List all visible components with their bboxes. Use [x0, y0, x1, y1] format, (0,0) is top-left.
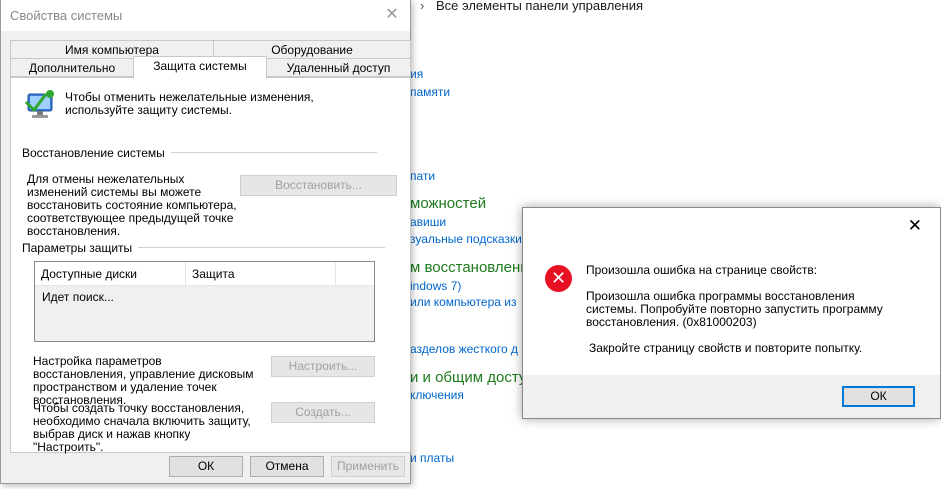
error-message: Произошла ошибка программы восстановлени…	[586, 289, 883, 329]
tab-remote[interactable]: Удаленный доступ	[266, 58, 411, 77]
restore-group-label: Восстановление системы	[22, 146, 171, 160]
ok-button[interactable]: ОК	[169, 456, 243, 477]
error-heading: Произошла ошибка на странице свойств:	[586, 263, 818, 277]
create-description: Чтобы создать точку восстановления, необ…	[33, 401, 251, 454]
cp-link[interactable]: и платы	[410, 451, 454, 465]
cp-link[interactable]: авиши	[410, 215, 446, 229]
create-button[interactable]: Создать...	[271, 402, 375, 423]
cp-link[interactable]: ключения	[410, 388, 464, 402]
cancel-button[interactable]: Отмена	[250, 456, 324, 477]
list-status: Идет поиск...	[42, 290, 114, 304]
cp-link[interactable]: indows 7)	[410, 279, 461, 293]
intro-text: Чтобы отменить нежелательные изменения, …	[65, 90, 314, 117]
title-bar[interactable]: Свойства системы ✕	[1, 0, 410, 31]
close-icon[interactable]: ✕	[908, 216, 922, 236]
cp-link[interactable]: зуальные подсказки	[410, 232, 522, 246]
tab-advanced[interactable]: Дополнительно	[10, 58, 134, 77]
system-properties-dialog: Свойства системы ✕ Имя компьютера Оборуд…	[0, 0, 411, 484]
tab-panel: Чтобы отменить нежелательные изменения, …	[10, 77, 411, 454]
error-ok-button[interactable]: ОК	[842, 386, 915, 407]
restore-button[interactable]: Восстановить...	[240, 175, 397, 196]
column-header-drives[interactable]: Доступные диски	[35, 262, 186, 286]
cp-heading[interactable]: м восстановлени	[410, 259, 529, 276]
cp-link[interactable]: азделов жесткого д	[410, 342, 518, 356]
cp-link[interactable]: ия	[410, 67, 423, 81]
close-icon[interactable]: ✕	[380, 3, 404, 27]
cp-link[interactable]: памяти	[410, 85, 450, 99]
configure-button[interactable]: Настроить...	[271, 356, 375, 377]
dialog-footer: ОК	[523, 375, 940, 418]
cp-link[interactable]: пати	[410, 169, 435, 183]
list-header: Доступные диски Защита	[35, 262, 374, 286]
error-icon: ✕	[545, 265, 572, 292]
tab-system-protection[interactable]: Защита системы	[133, 56, 267, 78]
apply-button[interactable]: Применить	[331, 456, 405, 477]
cp-heading[interactable]: можностей	[410, 195, 486, 212]
system-protection-icon	[24, 90, 54, 118]
protection-group-label: Параметры защиты	[22, 241, 139, 255]
restore-description: Для отмены нежелательных изменений систе…	[27, 172, 237, 238]
window-title: Свойства системы	[10, 8, 123, 23]
column-header-protection[interactable]: Защита	[186, 262, 336, 286]
error-dialog: ✕ ✕ Произошла ошибка на странице свойств…	[522, 207, 941, 419]
drives-list[interactable]: Доступные диски Защита Идет поиск...	[34, 261, 375, 342]
configure-description: Настройка параметров восстановления, упр…	[33, 354, 254, 407]
error-instruction: Закройте страницу свойств и повторите по…	[589, 341, 863, 355]
breadcrumb-separator: ›	[420, 0, 425, 13]
cp-heading[interactable]: и и общим досту	[410, 369, 526, 386]
cp-link[interactable]: или компьютера из	[410, 295, 516, 309]
breadcrumb: › Все элементы панели управления	[420, 0, 643, 13]
breadcrumb-current[interactable]: Все элементы панели управления	[436, 0, 643, 13]
